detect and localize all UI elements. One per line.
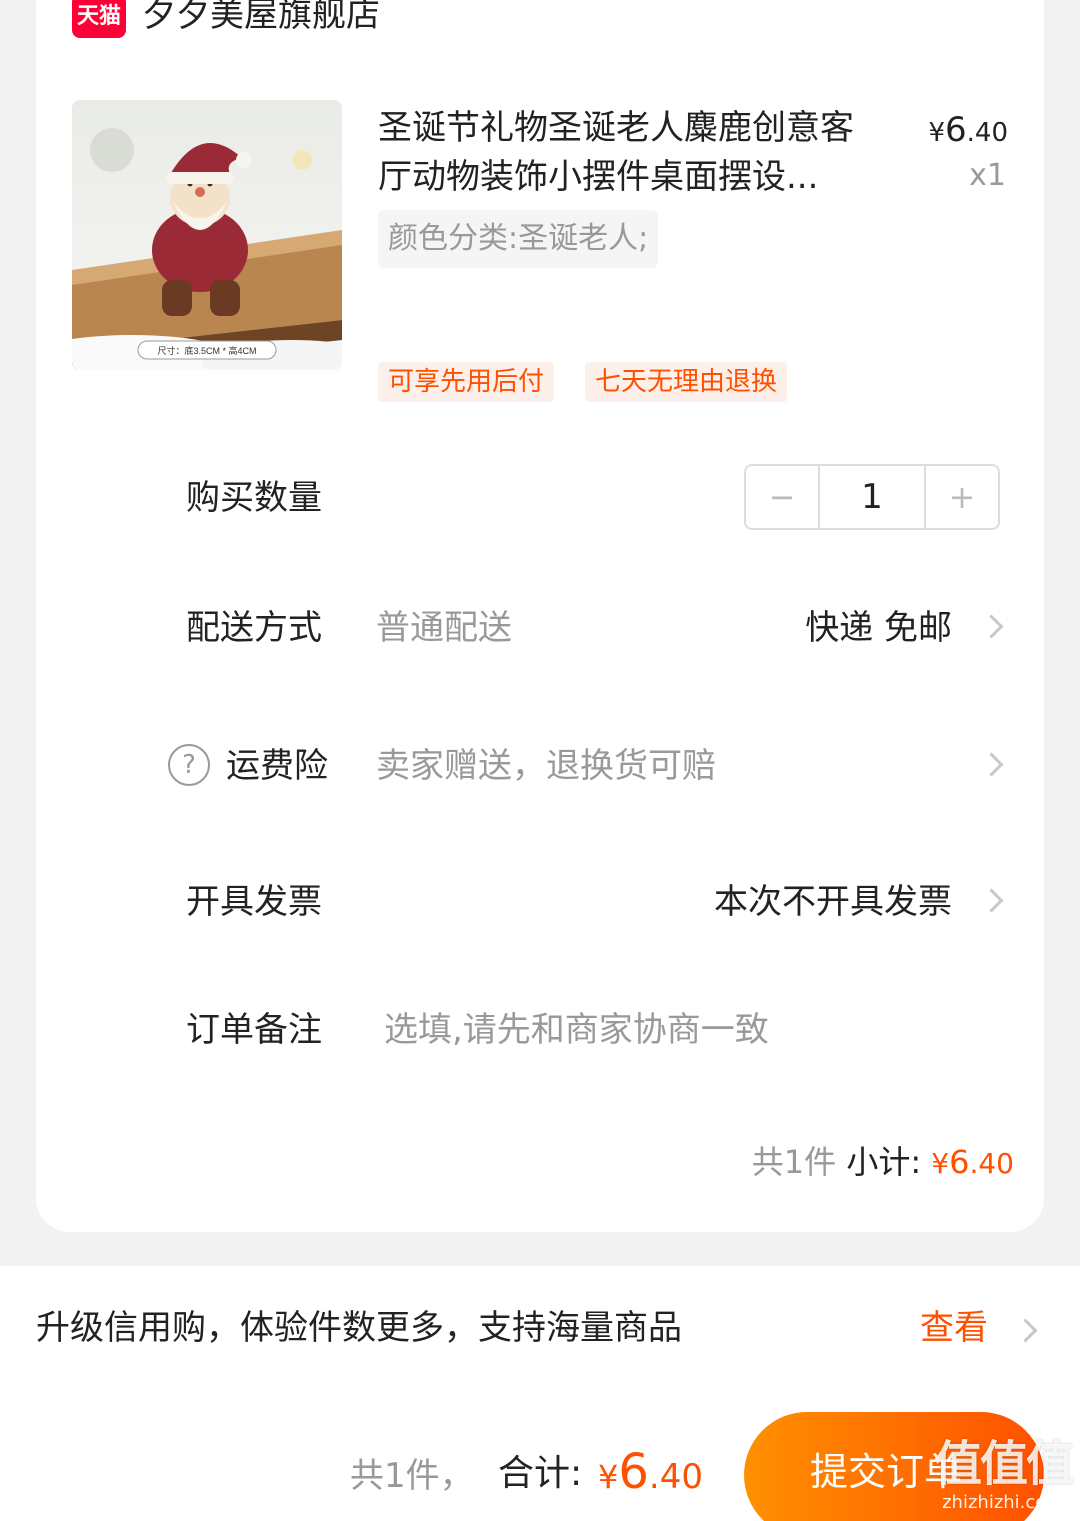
order-note-label: 订单备注 xyxy=(186,1010,322,1050)
product-image[interactable]: 尺寸：底3.5CM * 高4CM xyxy=(72,100,342,370)
order-note-input[interactable]: 选填,请先和商家协商一致 xyxy=(384,1008,769,1052)
watermark-logo: 值值值 xyxy=(933,1436,1074,1492)
site-watermark: 值值值 zhizhizhi.com xyxy=(933,1436,1074,1514)
store-name[interactable]: 夕夕美屋旗舰店 xyxy=(142,0,380,40)
product-price: ¥6.40 xyxy=(928,110,1008,150)
watermark-url: zhizhizhi.com xyxy=(942,1492,1064,1513)
price-symbol: ¥ xyxy=(928,118,945,148)
price-dec: .40 xyxy=(966,118,1008,148)
quantity-stepper[interactable]: − 1 + xyxy=(744,464,1000,530)
delivery-value[interactable]: 快递 免邮 xyxy=(805,606,952,650)
santa-figurine-image: 尺寸：底3.5CM * 高4CM xyxy=(72,100,342,370)
tmall-logo-icon: 天猫 xyxy=(72,0,126,38)
price-int: 6 xyxy=(945,110,967,150)
subtotal-label: 小计: xyxy=(846,1143,922,1181)
subtotal-amount: ¥6.40 xyxy=(931,1143,1014,1181)
quantity-minus-button[interactable]: − xyxy=(746,466,818,528)
total-count: 共1件， xyxy=(350,1456,474,1496)
credit-promo-text: 升级信用购，体验件数更多，支持海量商品 xyxy=(36,1308,682,1348)
subtotal-count: 共1件 xyxy=(751,1143,837,1181)
view-credit-chevron-icon[interactable] xyxy=(1013,1318,1038,1343)
quantity-plus-button[interactable]: + xyxy=(926,466,998,528)
quantity-label: 购买数量 xyxy=(186,478,322,518)
delivery-label: 配送方式 xyxy=(186,608,322,648)
order-confirm-page: 天猫 夕夕美屋旗舰店 尺寸：底3.5CM * 高4CM 圣诞节礼物圣诞老人麋鹿创… xyxy=(0,0,1080,1521)
sku-chip[interactable]: 颜色分类:圣诞老人; xyxy=(378,210,659,268)
help-icon[interactable]: ? xyxy=(168,744,210,786)
total-label: 合计: xyxy=(498,1453,583,1494)
size-caption: 尺寸：底3.5CM * 高4CM xyxy=(157,345,256,356)
quantity-value[interactable]: 1 xyxy=(818,466,926,528)
total-amount: ¥6.40 xyxy=(598,1444,703,1500)
product-quantity: x1 xyxy=(969,158,1006,193)
view-credit-link[interactable]: 查看 xyxy=(920,1306,988,1350)
delivery-type: 普通配送 xyxy=(376,608,512,648)
product-title[interactable]: 圣诞节礼物圣诞老人麋鹿创意客厅动物装饰小摆件桌面摆设... xyxy=(378,104,878,202)
insurance-desc: 卖家赠送，退换货可赔 xyxy=(376,746,716,786)
invoice-value[interactable]: 本次不开具发票 xyxy=(714,880,952,924)
insurance-label: 运费险 xyxy=(226,746,328,786)
tag-pay-later: 可享先用后付 xyxy=(378,362,555,402)
subtotal: 共1件 小计: ¥6.40 xyxy=(752,1140,1014,1186)
invoice-label: 开具发票 xyxy=(186,882,322,922)
tag-seven-day-return: 七天无理由退换 xyxy=(585,362,788,402)
